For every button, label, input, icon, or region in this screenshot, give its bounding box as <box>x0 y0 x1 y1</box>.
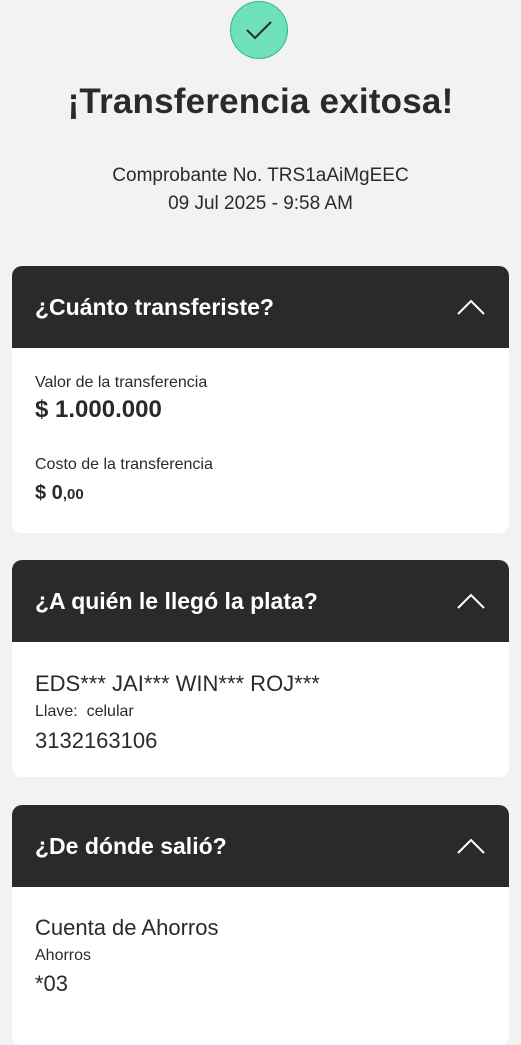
amount-card: ¿Cuánto transferiste? Valor de la transf… <box>12 266 509 533</box>
transfer-cost-label: Costo de la transferencia <box>35 456 213 473</box>
account-name: Cuenta de Ahorros <box>35 915 219 940</box>
recipient-name: EDS*** JAI*** WIN*** ROJ*** <box>35 671 320 696</box>
source-section-header[interactable]: ¿De dónde salió? <box>12 805 509 887</box>
check-icon <box>246 21 272 40</box>
amount-section-header[interactable]: ¿Cuánto transferiste? <box>12 266 509 348</box>
recipient-section-title: ¿A quién le llegó la plata? <box>35 587 318 614</box>
key-type: celular <box>86 703 134 720</box>
transfer-cost: $ 0,00 <box>35 482 84 505</box>
transfer-cost-main: $ 0 <box>35 482 63 504</box>
key-label: Llave: <box>35 703 78 720</box>
recipient-section-header[interactable]: ¿A quién le llegó la plata? <box>12 560 509 642</box>
recipient-phone: 3132163106 <box>35 728 158 753</box>
receipt-number: Comprobante No. TRS1aAiMgEEC <box>112 165 409 186</box>
recipient-key: Llave: celular <box>35 703 134 721</box>
receipt-datetime: 09 Jul 2025 - 9:58 AM <box>168 193 353 214</box>
recipient-card: ¿A quién le llegó la plata? EDS*** JAI**… <box>12 560 509 777</box>
transfer-value-label: Valor de la transferencia <box>35 374 208 391</box>
success-check-icon <box>230 1 288 59</box>
chevron-up-icon[interactable] <box>457 838 485 854</box>
chevron-up-icon[interactable] <box>457 593 485 609</box>
page-title: ¡Transferencia exitosa! <box>67 82 454 121</box>
account-type: Ahorros <box>35 947 92 964</box>
source-card: ¿De dónde salió? Cuenta de Ahorros Ahorr… <box>12 805 509 1045</box>
chevron-up-icon[interactable] <box>457 299 485 315</box>
transfer-cost-cents: ,00 <box>62 486 84 503</box>
source-section-title: ¿De dónde salió? <box>35 832 227 859</box>
transfer-value: $ 1.000.000 <box>35 396 162 423</box>
amount-section-title: ¿Cuánto transferiste? <box>35 293 274 320</box>
receipt-info: Comprobante No. TRS1aAiMgEEC 09 Jul 2025… <box>0 162 521 218</box>
account-number: *03 <box>35 971 69 996</box>
